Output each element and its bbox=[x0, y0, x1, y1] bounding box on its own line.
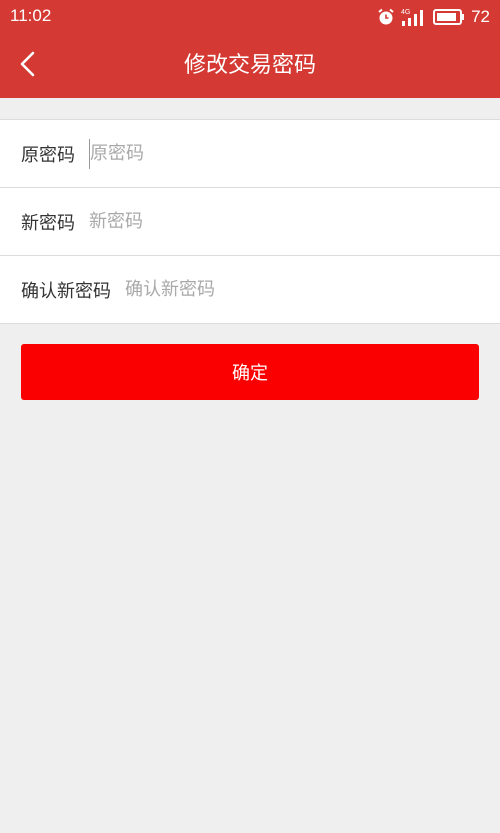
confirm-button[interactable]: 确定 bbox=[21, 344, 479, 400]
confirm-password-label: 确认新密码 bbox=[21, 280, 111, 302]
status-bar: 11:02 4G 72 bbox=[0, 0, 500, 34]
new-password-label: 新密码 bbox=[21, 212, 75, 234]
old-password-input[interactable] bbox=[89, 138, 500, 169]
password-form: 原密码 新密码 确认新密码 bbox=[0, 119, 500, 324]
confirm-password-input[interactable] bbox=[125, 274, 500, 305]
old-password-row: 原密码 bbox=[0, 120, 500, 188]
signal-icon: 4G bbox=[401, 7, 427, 27]
new-password-input[interactable] bbox=[89, 206, 500, 237]
network-label: 4G bbox=[401, 9, 410, 16]
battery-icon bbox=[433, 9, 465, 25]
header-bar: 修改交易密码 bbox=[0, 34, 500, 98]
old-password-label: 原密码 bbox=[21, 144, 75, 166]
alarm-icon bbox=[377, 8, 395, 26]
page-title: 修改交易密码 bbox=[183, 53, 316, 78]
battery-level: 72 bbox=[471, 7, 490, 26]
status-time: 11:02 bbox=[10, 6, 52, 25]
confirm-password-row: 确认新密码 bbox=[0, 256, 500, 324]
status-icons: 4G 72 bbox=[377, 4, 490, 30]
new-password-row: 新密码 bbox=[0, 188, 500, 256]
